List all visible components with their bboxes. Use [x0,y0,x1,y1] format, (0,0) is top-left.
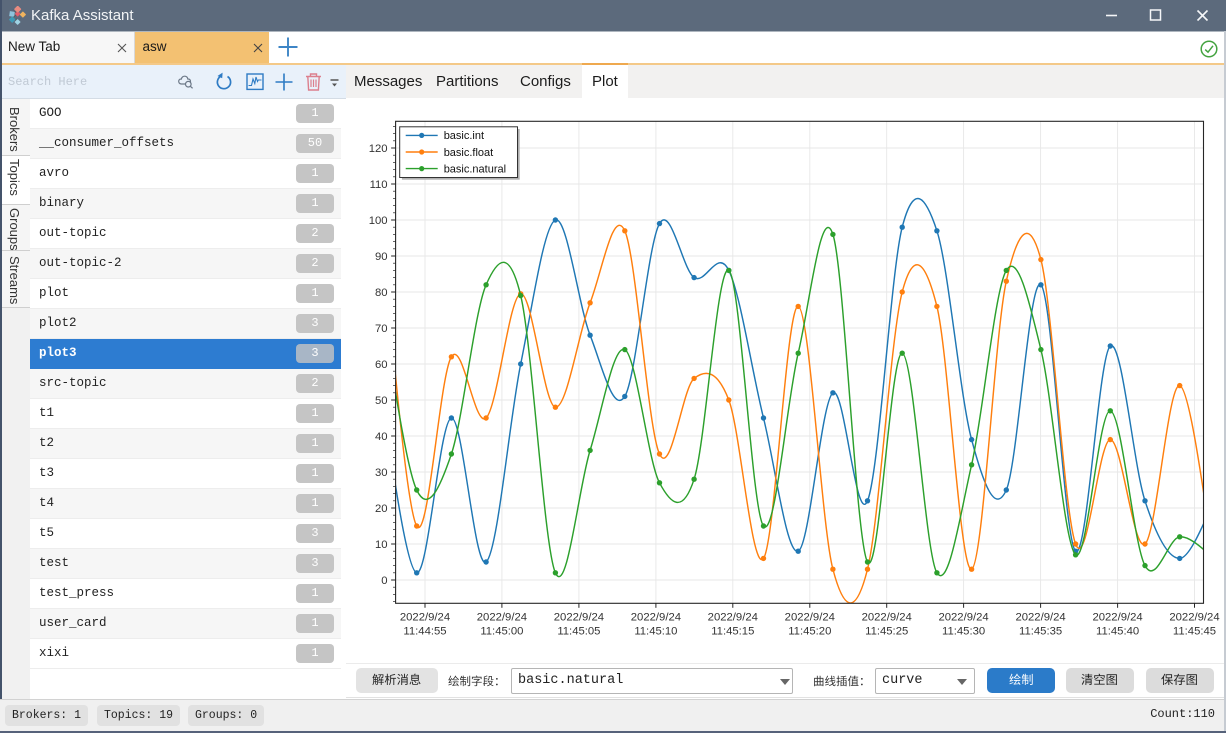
svg-text:2022/9/24: 2022/9/24 [400,611,450,623]
svg-text:70: 70 [375,323,388,335]
svg-text:11:45:45: 11:45:45 [1173,625,1216,637]
svg-text:2022/9/24: 2022/9/24 [862,611,912,623]
svg-text:11:45:05: 11:45:05 [557,625,600,637]
svg-text:90: 90 [375,251,388,263]
svg-text:2022/9/24: 2022/9/24 [477,611,527,623]
svg-text:basic.natural: basic.natural [444,163,506,175]
svg-text:2022/9/24: 2022/9/24 [938,611,988,623]
svg-text:11:45:40: 11:45:40 [1096,625,1139,637]
svg-text:2022/9/24: 2022/9/24 [631,611,681,623]
svg-text:2022/9/24: 2022/9/24 [1169,611,1219,623]
svg-text:60: 60 [375,359,388,371]
svg-text:11:45:30: 11:45:30 [942,625,985,637]
svg-text:2022/9/24: 2022/9/24 [1092,611,1142,623]
svg-text:11:45:35: 11:45:35 [1019,625,1062,637]
svg-text:0: 0 [381,575,387,587]
svg-text:11:45:00: 11:45:00 [480,625,523,637]
svg-text:basic.float: basic.float [444,147,494,159]
svg-text:100: 100 [369,215,388,227]
svg-text:20: 20 [375,503,388,515]
svg-text:basic.int: basic.int [444,130,484,142]
svg-text:11:45:20: 11:45:20 [788,625,831,637]
svg-text:11:44:55: 11:44:55 [403,625,446,637]
svg-text:40: 40 [375,431,388,443]
svg-text:11:45:25: 11:45:25 [865,625,908,637]
svg-text:120: 120 [369,143,388,155]
svg-text:30: 30 [375,467,388,479]
svg-text:11:45:15: 11:45:15 [711,625,754,637]
svg-text:2022/9/24: 2022/9/24 [1015,611,1065,623]
svg-text:11:45:10: 11:45:10 [634,625,677,637]
svg-text:110: 110 [370,179,388,191]
svg-text:80: 80 [375,287,388,299]
svg-text:2022/9/24: 2022/9/24 [708,611,758,623]
svg-text:2022/9/24: 2022/9/24 [554,611,604,623]
svg-text:50: 50 [375,395,388,407]
svg-text:10: 10 [375,539,388,551]
svg-text:2022/9/24: 2022/9/24 [785,611,835,623]
